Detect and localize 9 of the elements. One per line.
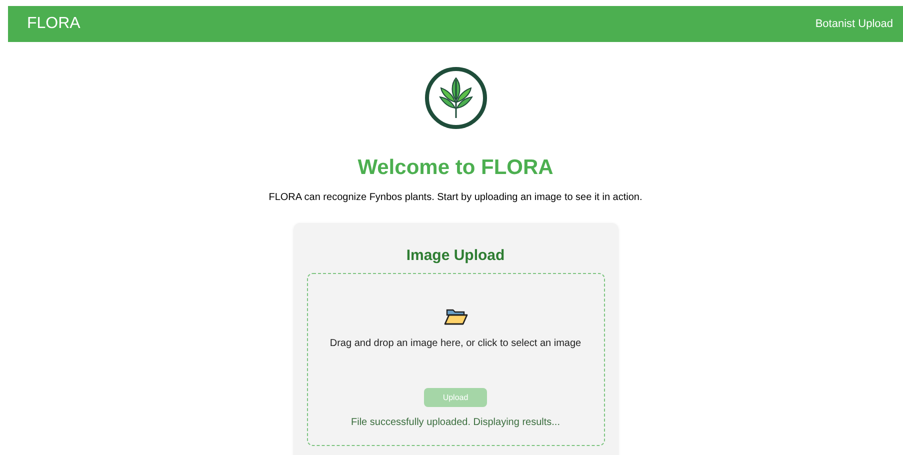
brand-title[interactable]: FLORA xyxy=(27,12,80,36)
fern-logo-icon xyxy=(424,66,488,130)
intro-text: FLORA can recognize Fynbos plants. Start by uploading an image to see it in action. xyxy=(268,190,642,204)
card-title: Image Upload xyxy=(406,246,505,266)
page-heading: Welcome to FLORA xyxy=(358,155,554,181)
botanist-upload-link[interactable]: Botanist Upload xyxy=(815,16,893,32)
drop-hint-text: Drag and drop an image here, or click to select an image xyxy=(330,337,582,351)
folder-icon xyxy=(444,308,468,326)
status-message: File successfully uploaded. Displaying results... xyxy=(351,416,560,430)
